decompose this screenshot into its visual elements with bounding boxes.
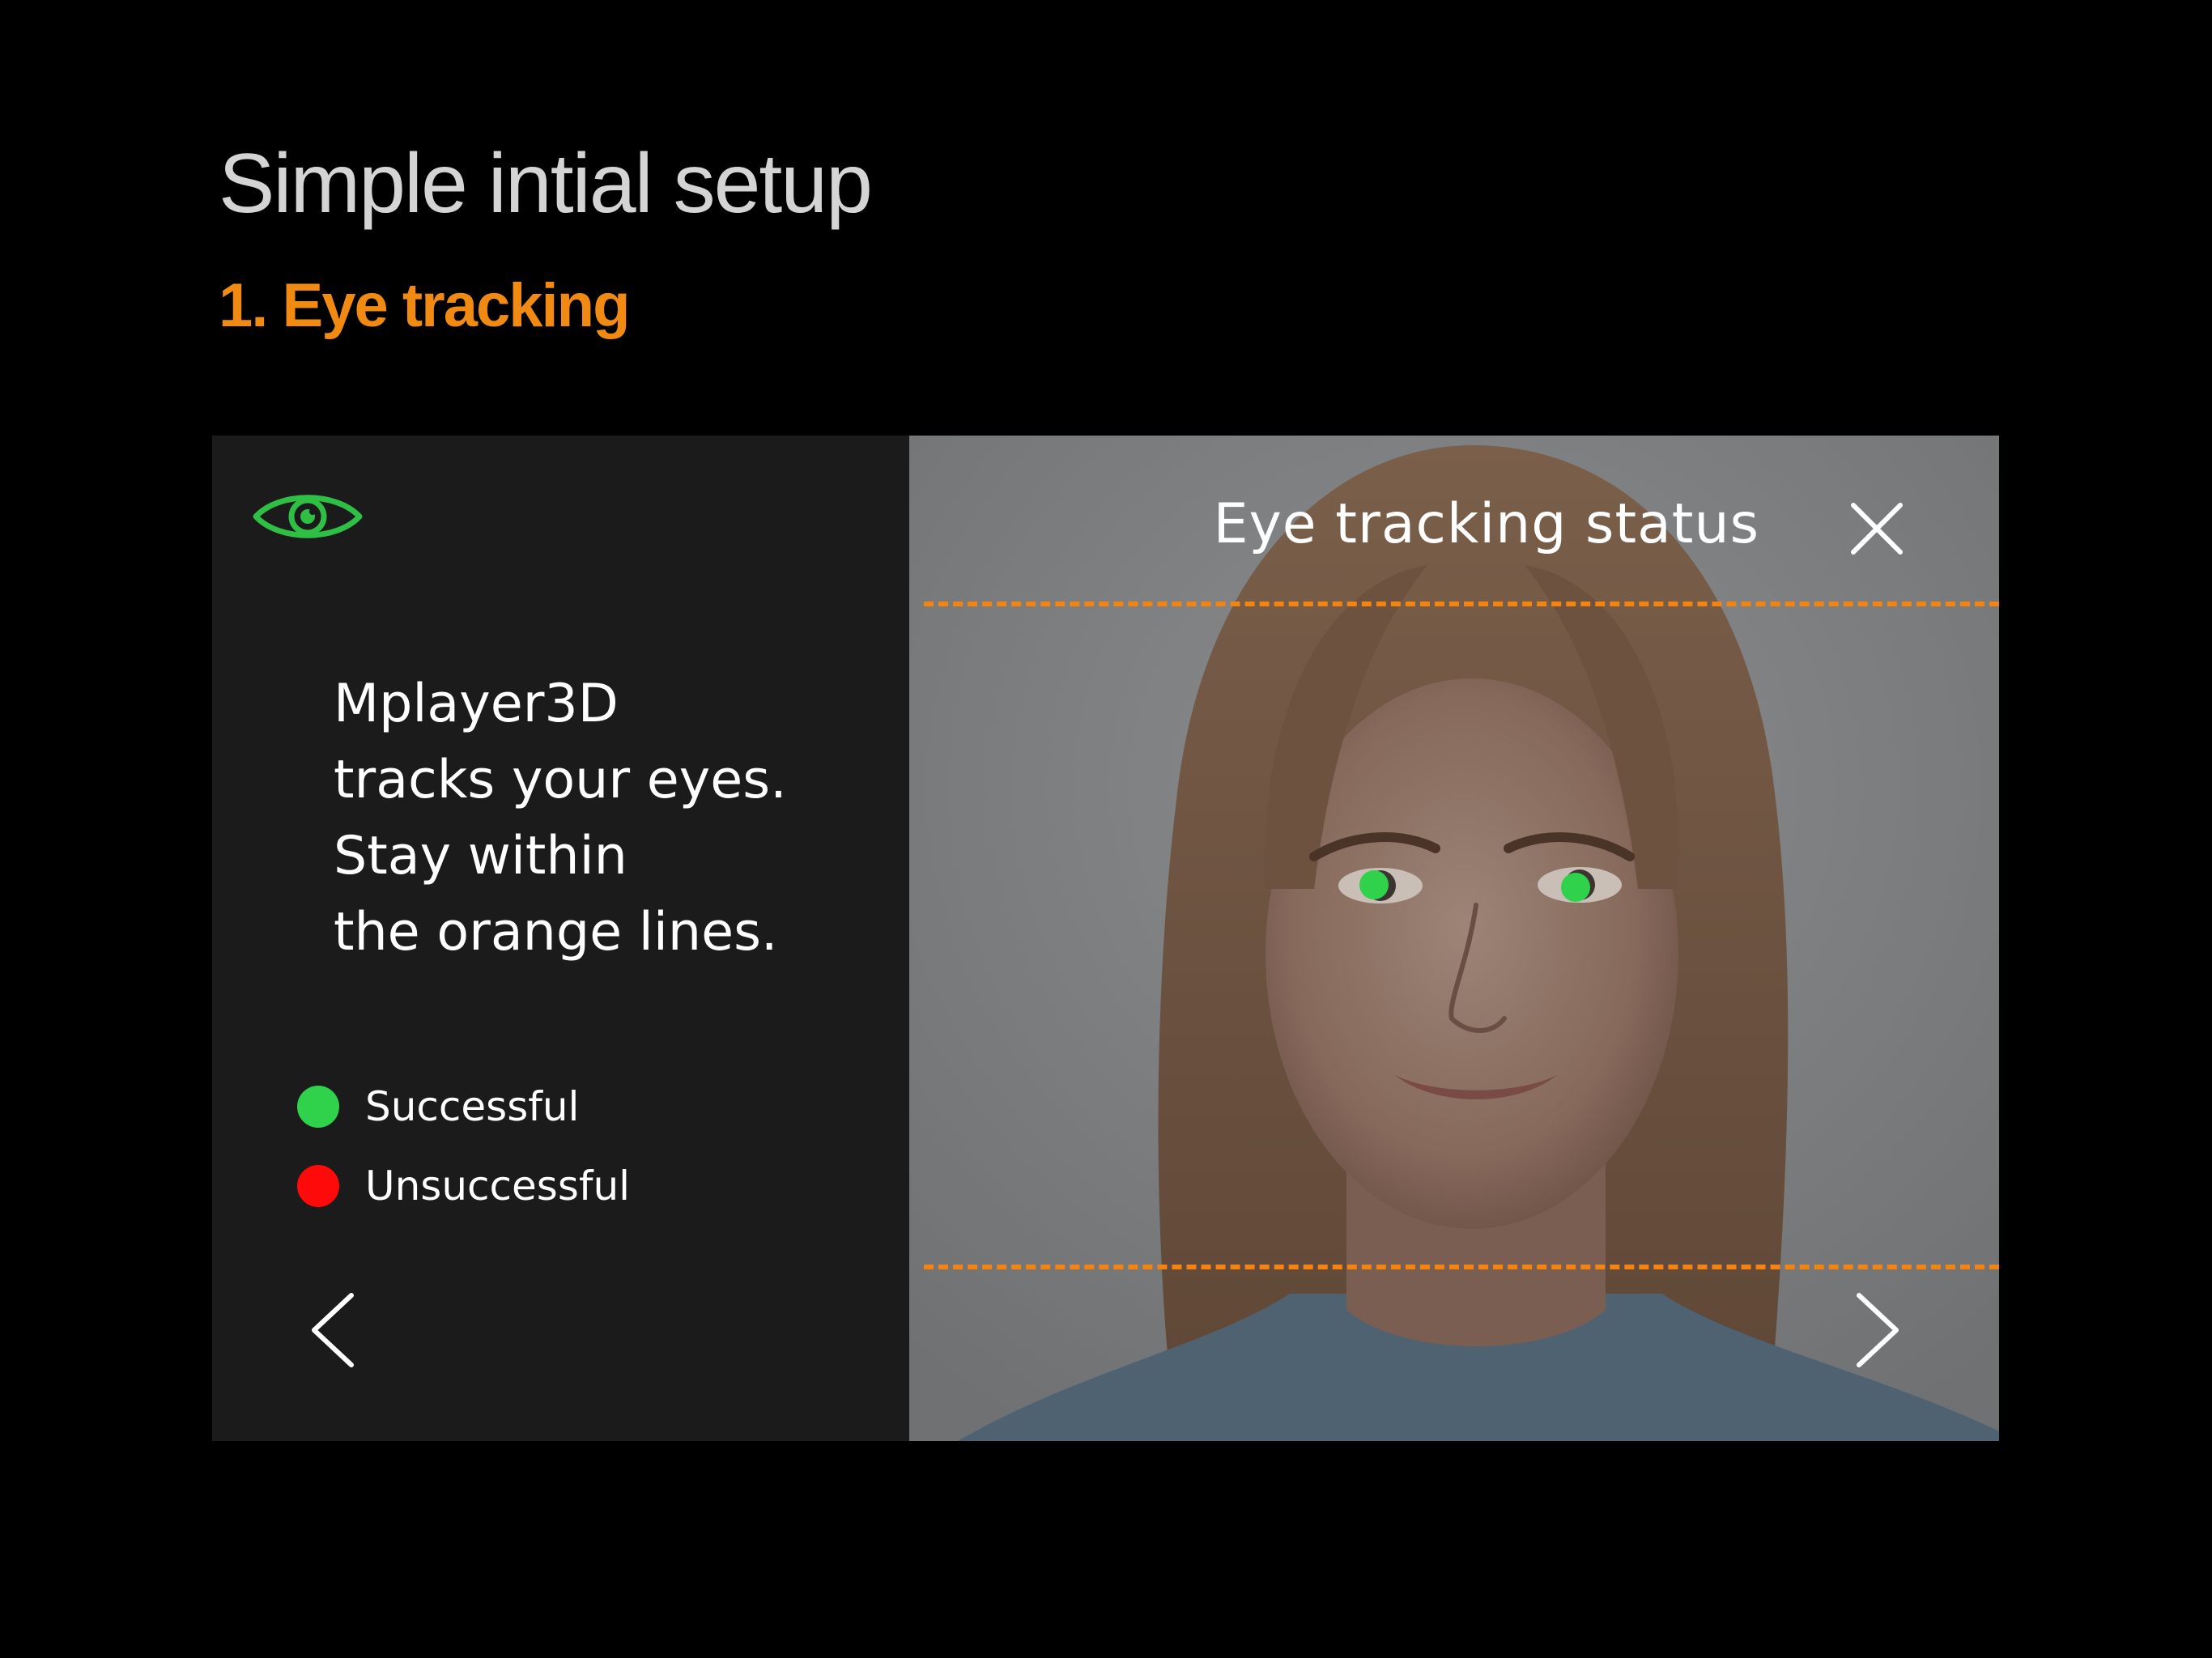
lower-guide-line <box>924 1265 1999 1269</box>
slide: Simple intial setup 1. Eye tracking Mpla… <box>0 0 2212 1658</box>
instruction-line: Stay within <box>334 826 627 886</box>
instruction-line: Mplayer3D <box>334 674 619 734</box>
legend-label: Successful <box>365 1083 580 1130</box>
status-legend: Successful Unsuccessful <box>297 1067 630 1226</box>
eye-icon <box>253 495 363 538</box>
chevron-left-icon[interactable] <box>301 1286 366 1375</box>
camera-feed-image <box>909 436 1999 1441</box>
legend-item-successful: Successful <box>297 1067 630 1146</box>
legend-label: Unsuccessful <box>365 1163 631 1209</box>
camera-panel: Eye tracking status <box>909 436 1999 1441</box>
success-dot-icon <box>297 1086 339 1128</box>
upper-guide-line <box>924 602 1999 606</box>
instruction-text: Mplayer3D tracks your eyes. Stay within … <box>334 666 787 971</box>
legend-item-unsuccessful: Unsuccessful <box>297 1146 630 1226</box>
chevron-right-icon[interactable] <box>1844 1286 1909 1375</box>
instruction-panel: Mplayer3D tracks your eyes. Stay within … <box>212 436 909 1441</box>
close-icon[interactable] <box>1848 500 1905 557</box>
slide-subtitle: 1. Eye tracking <box>219 271 630 340</box>
status-title: Eye tracking status <box>1213 492 1759 556</box>
instruction-line: the orange lines. <box>334 902 778 963</box>
failure-dot-icon <box>297 1165 339 1207</box>
device-screen: Mplayer3D tracks your eyes. Stay within … <box>212 436 1999 1441</box>
slide-title: Simple intial setup <box>219 137 873 231</box>
instruction-line: tracks your eyes. <box>334 750 787 810</box>
